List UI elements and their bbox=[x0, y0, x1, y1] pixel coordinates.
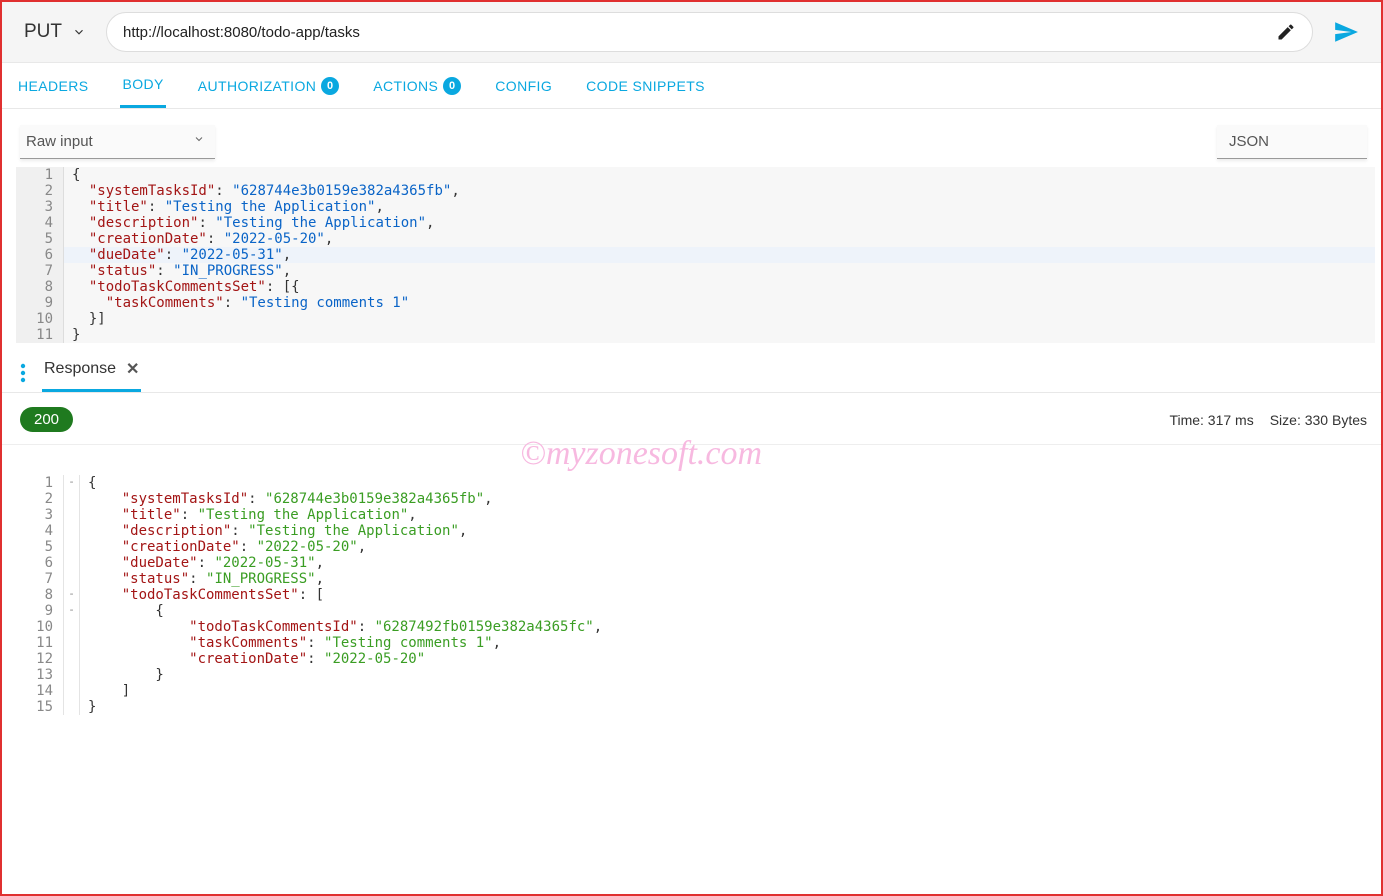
code-line: { bbox=[80, 603, 1375, 619]
line-number: 10 bbox=[16, 311, 64, 327]
fold-toggle bbox=[64, 651, 80, 667]
line-number: 13 bbox=[16, 667, 64, 683]
code-line: ] bbox=[80, 683, 1375, 699]
line-number: 1 bbox=[16, 475, 64, 491]
code-line: "title": "Testing the Application", bbox=[80, 507, 1375, 523]
content-type-select[interactable]: JSON bbox=[1217, 125, 1367, 159]
line-number: 14 bbox=[16, 683, 64, 699]
code-line: "dueDate": "2022-05-31", bbox=[80, 555, 1375, 571]
authorization-count-badge: 0 bbox=[321, 77, 339, 95]
line-number: 2 bbox=[16, 183, 64, 199]
http-method-select[interactable]: PUT bbox=[16, 15, 94, 49]
fold-toggle bbox=[64, 571, 80, 587]
send-request-button[interactable] bbox=[1325, 19, 1367, 45]
line-number: 12 bbox=[16, 651, 64, 667]
code-line: "description": "Testing the Application"… bbox=[80, 523, 1375, 539]
code-line: { bbox=[80, 475, 1375, 491]
line-number: 4 bbox=[16, 523, 64, 539]
line-number: 8 bbox=[16, 587, 64, 603]
fold-toggle bbox=[64, 635, 80, 651]
line-number: 11 bbox=[16, 327, 64, 343]
fold-toggle bbox=[64, 683, 80, 699]
line-number: 1 bbox=[16, 167, 64, 183]
code-line[interactable]: "status": "IN_PROGRESS", bbox=[64, 263, 1375, 279]
request-tabs: HEADERS BODY AUTHORIZATION 0 ACTIONS 0 C… bbox=[2, 63, 1381, 109]
pencil-icon[interactable] bbox=[1276, 22, 1296, 42]
line-number: 3 bbox=[16, 199, 64, 215]
line-number: 10 bbox=[16, 619, 64, 635]
code-line[interactable]: "todoTaskCommentsSet": [{ bbox=[64, 279, 1375, 295]
fold-toggle bbox=[64, 491, 80, 507]
tab-code-snippets[interactable]: CODE SNIPPETS bbox=[584, 63, 707, 108]
line-number: 6 bbox=[16, 555, 64, 571]
code-line[interactable]: } bbox=[64, 327, 1375, 343]
fold-toggle bbox=[64, 539, 80, 555]
tab-headers[interactable]: HEADERS bbox=[16, 63, 90, 108]
fold-toggle[interactable]: - bbox=[64, 587, 80, 603]
code-line[interactable]: "description": "Testing the Application"… bbox=[64, 215, 1375, 231]
code-line[interactable]: "systemTasksId": "628744e3b0159e382a4365… bbox=[64, 183, 1375, 199]
line-number: 9 bbox=[16, 295, 64, 311]
code-line: "todoTaskCommentsId": "6287492fb0159e382… bbox=[80, 619, 1375, 635]
url-input[interactable] bbox=[123, 24, 1276, 41]
response-meta: Time: 317 ms Size: 330 Bytes bbox=[1169, 412, 1367, 428]
code-line[interactable]: }] bbox=[64, 311, 1375, 327]
code-line: "creationDate": "2022-05-20" bbox=[80, 651, 1375, 667]
status-code-badge: 200 bbox=[20, 407, 73, 432]
fold-toggle[interactable]: - bbox=[64, 603, 80, 619]
code-line[interactable]: "dueDate": "2022-05-31", bbox=[64, 247, 1375, 263]
tab-body[interactable]: BODY bbox=[120, 63, 165, 108]
tab-config[interactable]: CONFIG bbox=[493, 63, 554, 108]
fold-toggle bbox=[64, 699, 80, 715]
line-number: 4 bbox=[16, 215, 64, 231]
url-input-box bbox=[106, 12, 1313, 52]
line-number: 3 bbox=[16, 507, 64, 523]
more-dots-icon[interactable] bbox=[20, 363, 26, 383]
http-method-value: PUT bbox=[24, 21, 62, 43]
line-number: 7 bbox=[16, 571, 64, 587]
code-line: "taskComments": "Testing comments 1", bbox=[80, 635, 1375, 651]
close-icon[interactable]: ✕ bbox=[126, 359, 139, 379]
request-body-editor[interactable]: 1{2 "systemTasksId": "628744e3b0159e382a… bbox=[16, 167, 1375, 343]
code-line[interactable]: { bbox=[64, 167, 1375, 183]
tab-actions[interactable]: ACTIONS 0 bbox=[371, 63, 463, 108]
fold-toggle bbox=[64, 619, 80, 635]
body-type-select[interactable]: Raw input bbox=[20, 125, 215, 159]
line-number: 11 bbox=[16, 635, 64, 651]
actions-count-badge: 0 bbox=[443, 77, 461, 95]
code-line[interactable]: "creationDate": "2022-05-20", bbox=[64, 231, 1375, 247]
response-time: Time: 317 ms bbox=[1169, 412, 1253, 428]
response-body-viewer[interactable]: 1-{2 "systemTasksId": "628744e3b0159e382… bbox=[16, 475, 1375, 715]
chevron-down-icon bbox=[193, 133, 205, 150]
chevron-down-icon bbox=[72, 25, 86, 39]
response-size: Size: 330 Bytes bbox=[1270, 412, 1367, 428]
response-tab-bar: Response ✕ bbox=[2, 343, 1381, 393]
code-line: "status": "IN_PROGRESS", bbox=[80, 571, 1375, 587]
code-line[interactable]: "taskComments": "Testing comments 1" bbox=[64, 295, 1375, 311]
request-topbar: PUT bbox=[2, 2, 1381, 63]
line-number: 5 bbox=[16, 231, 64, 247]
fold-toggle[interactable]: - bbox=[64, 475, 80, 491]
line-number: 8 bbox=[16, 279, 64, 295]
code-line[interactable]: "title": "Testing the Application", bbox=[64, 199, 1375, 215]
line-number: 7 bbox=[16, 263, 64, 279]
response-tab[interactable]: Response ✕ bbox=[42, 353, 141, 392]
fold-toggle bbox=[64, 555, 80, 571]
code-line: "systemTasksId": "628744e3b0159e382a4365… bbox=[80, 491, 1375, 507]
code-line: } bbox=[80, 699, 1375, 715]
code-line: "todoTaskCommentsSet": [ bbox=[80, 587, 1375, 603]
line-number: 5 bbox=[16, 539, 64, 555]
response-status-row: 200 Time: 317 ms Size: 330 Bytes bbox=[2, 393, 1381, 445]
fold-toggle bbox=[64, 523, 80, 539]
body-subbar: Raw input JSON bbox=[2, 109, 1381, 159]
line-number: 2 bbox=[16, 491, 64, 507]
fold-toggle bbox=[64, 507, 80, 523]
code-line: "creationDate": "2022-05-20", bbox=[80, 539, 1375, 555]
tab-authorization[interactable]: AUTHORIZATION 0 bbox=[196, 63, 342, 108]
fold-toggle bbox=[64, 667, 80, 683]
line-number: 9 bbox=[16, 603, 64, 619]
line-number: 15 bbox=[16, 699, 64, 715]
line-number: 6 bbox=[16, 247, 64, 263]
code-line: } bbox=[80, 667, 1375, 683]
